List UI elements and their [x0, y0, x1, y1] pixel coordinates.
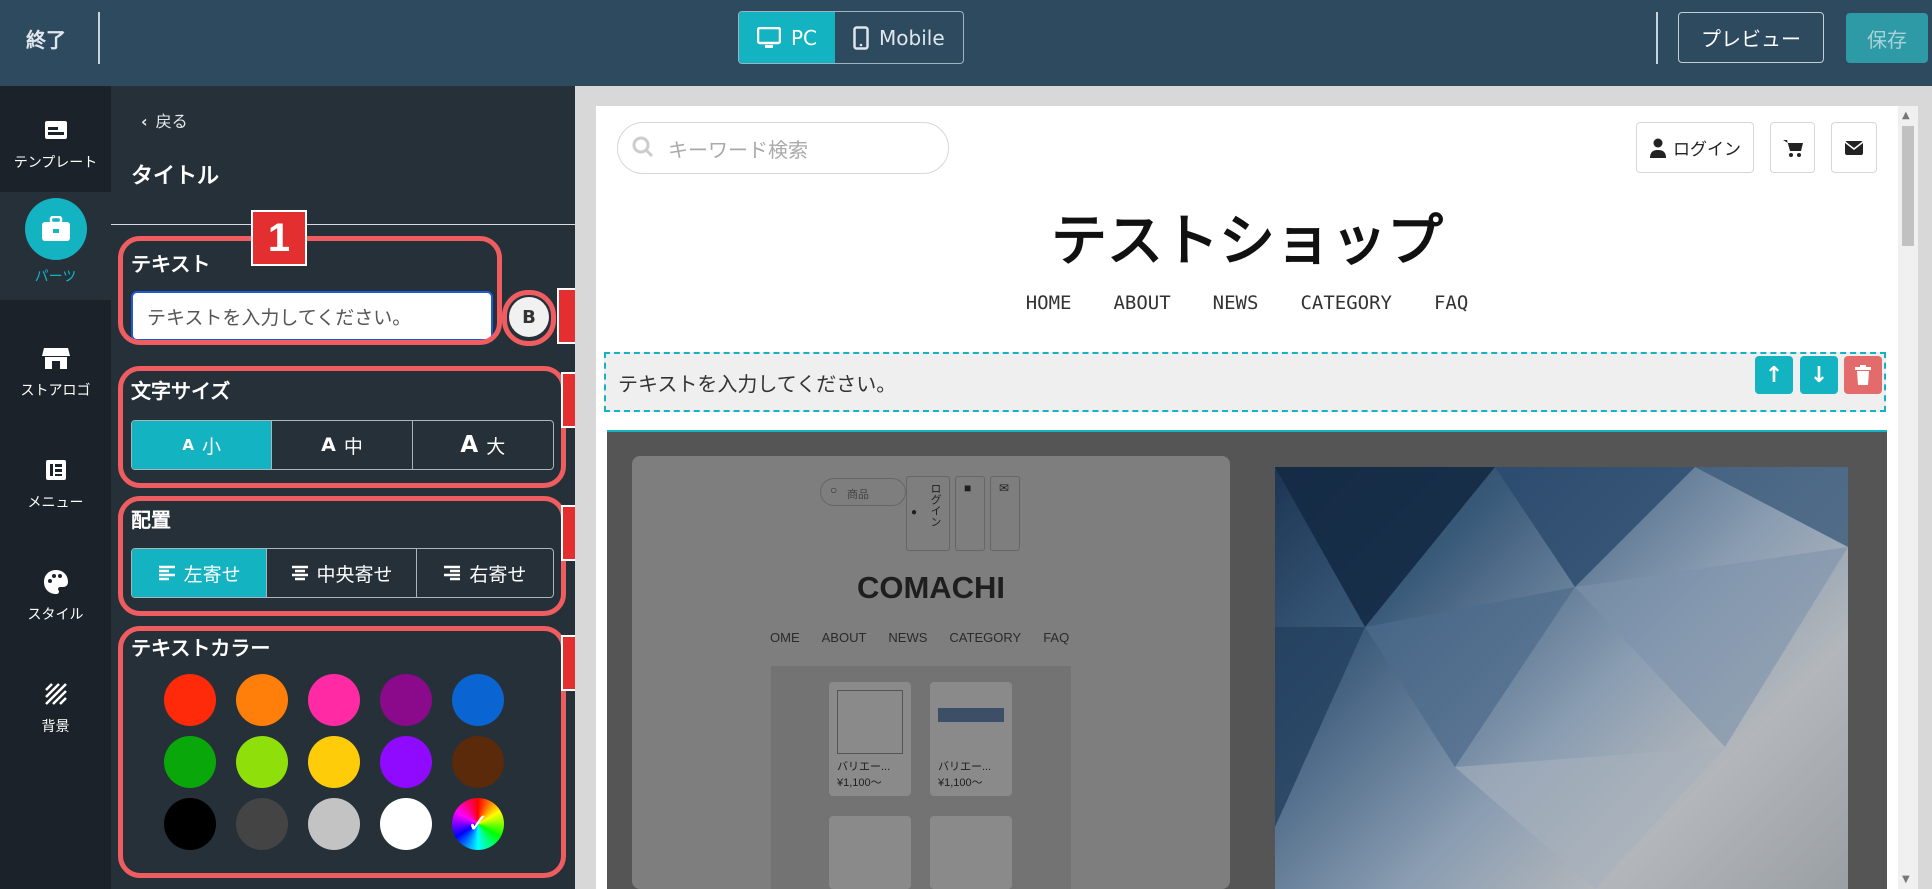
panel-title: タイトル [131, 164, 220, 189]
title-text-block[interactable]: テキストを入力してください。 [604, 352, 1886, 412]
login-label: ログイン [1673, 140, 1741, 160]
nav-category[interactable]: CATEGORY [1300, 292, 1392, 314]
geometric-background [1275, 467, 1848, 889]
mini-product-card [930, 816, 1012, 889]
mini-product-card: バリエー... ¥1,100〜 [930, 682, 1012, 796]
template-icon [42, 116, 70, 144]
device-mobile-button[interactable]: Mobile [835, 12, 963, 63]
briefcase-icon [24, 198, 87, 260]
annotation-box-1 [118, 236, 502, 345]
annotation-box-3 [118, 366, 566, 488]
device-pc-label: PC [791, 25, 818, 50]
scroll-down-arrow-icon[interactable]: ▼ [1902, 874, 1910, 885]
divider [1656, 12, 1658, 64]
nav-news[interactable]: NEWS [1213, 292, 1259, 314]
delete-button[interactable] [1844, 356, 1882, 394]
mini-product-image [938, 708, 1004, 722]
user-icon [1650, 138, 1666, 158]
mini-search-icon: ○ [830, 483, 838, 497]
mini-mail-icon: ✉ [999, 481, 1010, 495]
mini-nav-category: CATEGORY [949, 630, 1022, 645]
shop-title: テストショップ [1051, 209, 1443, 274]
stripes-icon [42, 680, 70, 708]
store-icon [41, 344, 70, 372]
rail-item-store-logo[interactable]: ストアロゴ [0, 344, 111, 400]
annotation-number-1: 1 [251, 210, 307, 266]
move-down-button[interactable]: ↓ [1800, 356, 1838, 394]
rail-item-parts[interactable]: パーツ [0, 192, 111, 300]
annotation-box-2 [502, 290, 556, 346]
arrow-up-icon: ↑ [1764, 362, 1784, 388]
rail-item-label: メニュー [27, 495, 84, 511]
rail-item-label: スタイル [27, 607, 84, 623]
cart-icon [1782, 139, 1803, 157]
mini-product-name: バリエー... [938, 761, 992, 773]
rail-item-label: 背景 [41, 719, 70, 735]
mini-mail-button: ✉ [990, 476, 1020, 551]
divider [111, 224, 575, 225]
phone-icon [853, 25, 869, 50]
mini-product-image [837, 690, 903, 754]
mini-product-card: バリエー... ¥1,100〜 [829, 682, 911, 796]
mini-product-card [829, 816, 911, 889]
device-toggle: PC Mobile [738, 11, 964, 64]
arrow-down-icon: ↓ [1809, 362, 1829, 388]
palette-icon [42, 568, 70, 596]
mini-nav-faq: FAQ [1043, 630, 1070, 645]
shop-search-input[interactable]: キーワード検索 [617, 122, 949, 174]
mini-nav: OME ABOUT NEWS CATEGORY FAQ [770, 630, 1069, 645]
save-button[interactable]: 保存 [1846, 13, 1928, 63]
rail-item-label: ストアロゴ [20, 383, 91, 399]
top-bar: 終了 PC Mobile プレビュー 保存 [0, 0, 1932, 86]
mini-login-label: ログイン [929, 483, 941, 527]
rail-item-label: パーツ [34, 269, 77, 285]
search-icon [632, 136, 654, 158]
exit-button[interactable]: 終了 [26, 24, 66, 53]
cart-button[interactable] [1770, 122, 1815, 173]
move-up-button[interactable]: ↑ [1755, 356, 1793, 394]
back-link[interactable]: ‹ 戻る [141, 108, 188, 132]
annotation-box-4 [118, 496, 566, 616]
login-button[interactable]: ログイン [1636, 122, 1754, 173]
menu-icon [42, 456, 70, 484]
scrollbar-thumb[interactable] [1902, 126, 1914, 246]
mail-icon [1844, 140, 1864, 155]
template-preview-image[interactable] [1275, 467, 1848, 889]
mini-cart-button: ■ [955, 476, 985, 551]
chevron-left-icon: ‹ [141, 112, 148, 131]
mini-products-area [771, 666, 1071, 889]
nav-faq[interactable]: FAQ [1434, 292, 1468, 314]
mini-product-price: ¥1,100〜 [938, 777, 983, 789]
mini-nav-home: OME [770, 630, 800, 645]
nav-about[interactable]: ABOUT [1113, 292, 1170, 314]
mini-nav-news: NEWS [888, 630, 928, 645]
rail-item-style[interactable]: スタイル [0, 568, 111, 624]
device-pc-button[interactable]: PC [739, 12, 836, 63]
trash-icon [1855, 365, 1871, 385]
divider [98, 12, 100, 64]
monitor-icon [757, 26, 781, 48]
rail-item-label: テンプレート [13, 155, 98, 171]
scroll-up-arrow-icon[interactable]: ▲ [1902, 110, 1910, 121]
shop-nav: HOME ABOUT NEWS CATEGORY FAQ [596, 292, 1898, 314]
mini-login-button: ● ログイン [906, 476, 950, 551]
nav-home[interactable]: HOME [1026, 292, 1072, 314]
mini-cart-icon: ■ [964, 481, 972, 495]
mini-user-icon: ● [911, 507, 918, 518]
mail-button[interactable] [1831, 122, 1877, 173]
rail-item-background[interactable]: 背景 [0, 680, 111, 736]
annotation-box-5 [118, 626, 566, 878]
rail-item-menu[interactable]: メニュー [0, 456, 111, 512]
mini-nav-about: ABOUT [821, 630, 867, 645]
left-rail: テンプレート パーツ ストアロゴ メニュー スタイル 背景 [0, 86, 111, 889]
preview-button[interactable]: プレビュー [1678, 12, 1824, 63]
back-label: 戻る [155, 112, 188, 131]
mini-product-price: ¥1,100〜 [837, 777, 882, 789]
rail-item-template[interactable]: テンプレート [0, 116, 111, 172]
mini-shop-title: COMACHI [856, 570, 1006, 605]
mini-product-name: バリエー... [837, 761, 891, 773]
device-mobile-label: Mobile [879, 25, 945, 50]
